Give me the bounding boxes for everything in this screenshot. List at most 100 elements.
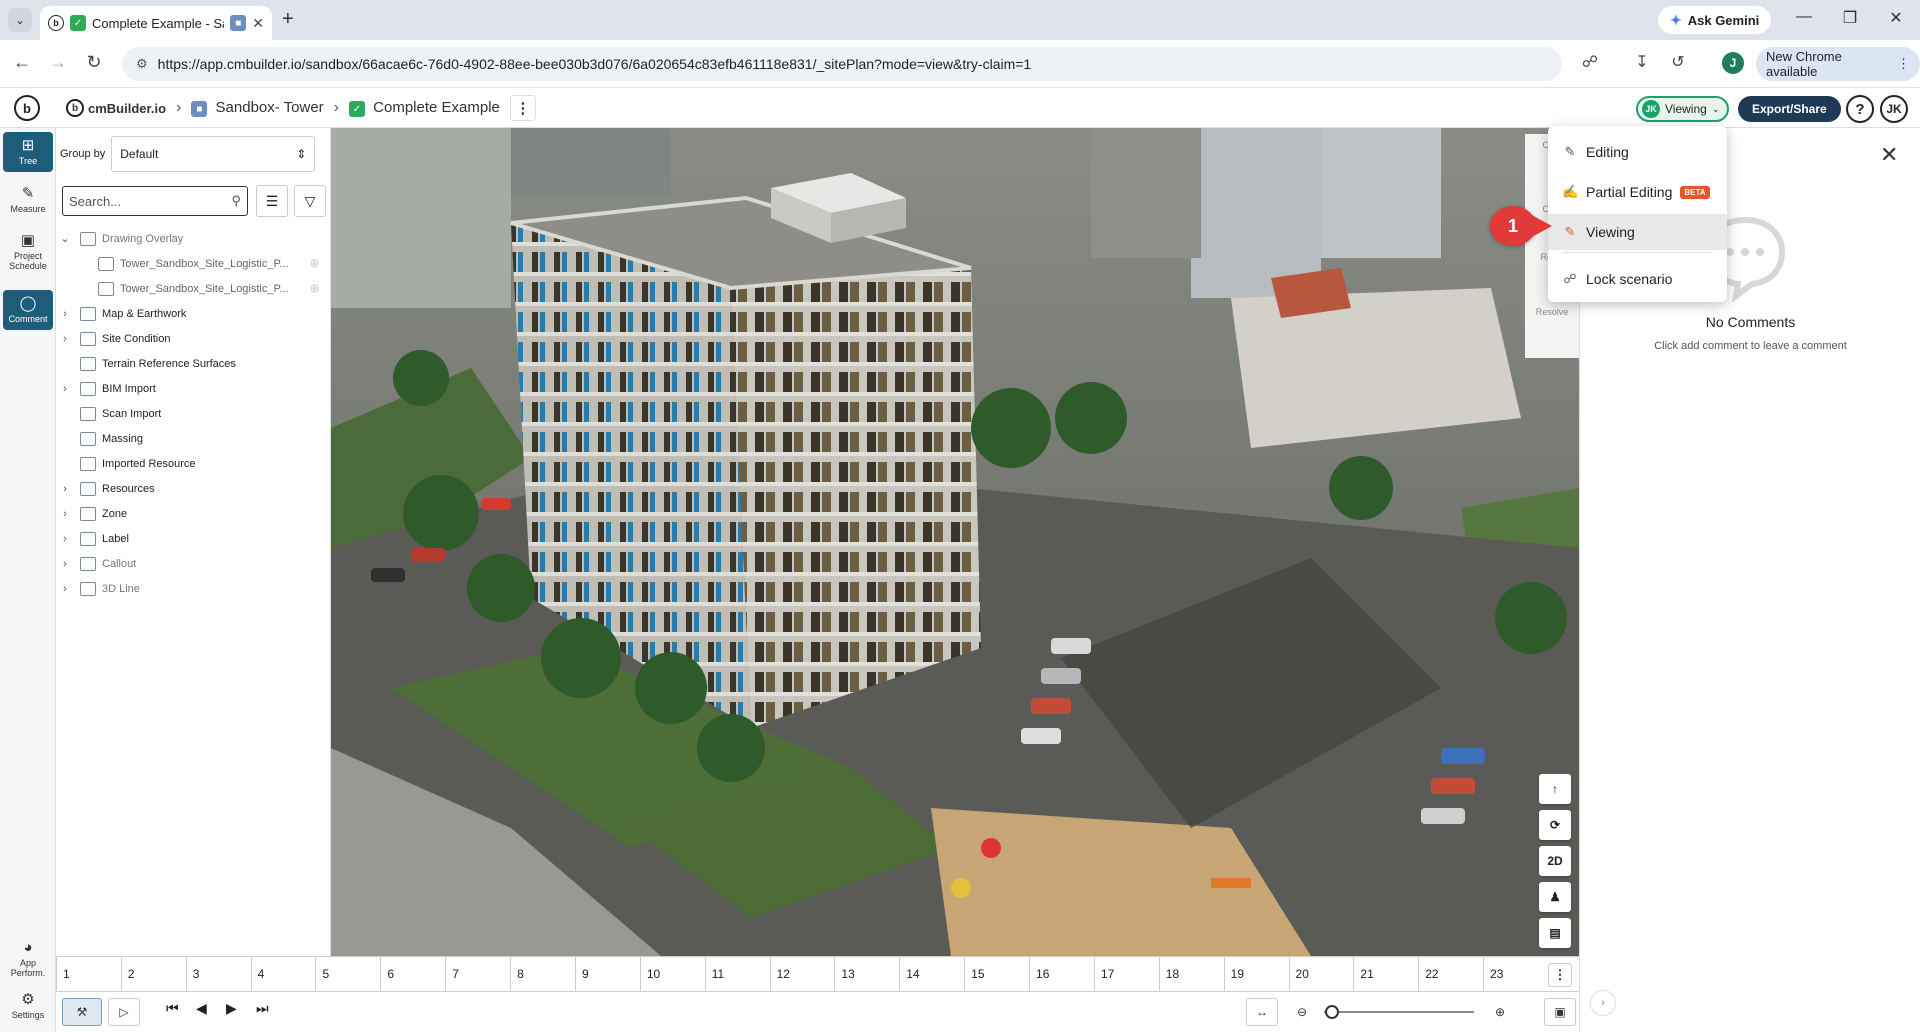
- download-icon[interactable]: ↧: [1630, 52, 1654, 76]
- rail-tree-button[interactable]: ⊞ Tree: [3, 132, 53, 172]
- menu-item-editing[interactable]: ✎ Editing: [1548, 134, 1727, 170]
- menu-item-viewing[interactable]: ✎ Viewing: [1548, 214, 1727, 250]
- brand-link[interactable]: b cmBuilder.io: [66, 99, 166, 117]
- timeline-tick[interactable]: 15: [964, 957, 1029, 992]
- timeline-more-button[interactable]: ⋮: [1548, 963, 1572, 987]
- reload-icon[interactable]: ↻: [82, 52, 106, 73]
- chevron-down-icon[interactable]: ⌄: [56, 232, 74, 245]
- eye-off-icon[interactable]: ◎: [310, 258, 319, 269]
- breadcrumb-project[interactable]: ■ Sandbox- Tower: [191, 99, 324, 118]
- timeline-tick[interactable]: 22: [1418, 957, 1483, 992]
- rail-measure-button[interactable]: ✎ Measure: [3, 180, 53, 220]
- tree-item[interactable]: Imported Resource: [56, 451, 331, 476]
- timeline-tick[interactable]: 12: [769, 957, 835, 992]
- chevron-right-icon[interactable]: ›: [56, 558, 74, 570]
- timeline-tick[interactable]: 19: [1223, 957, 1289, 992]
- window-close-icon[interactable]: ✕: [1876, 8, 1916, 28]
- timeline-tick[interactable]: 3: [185, 957, 251, 992]
- minimize-icon[interactable]: —: [1784, 8, 1824, 26]
- scenario-menu-button[interactable]: ⋮: [509, 95, 536, 121]
- timeline-tick[interactable]: 8: [510, 957, 575, 992]
- profile-avatar[interactable]: J: [1722, 52, 1744, 74]
- timeline-tick[interactable]: 2: [120, 957, 186, 992]
- chevron-right-icon[interactable]: ›: [56, 308, 74, 320]
- tree-item[interactable]: › Resources: [56, 476, 331, 501]
- breadcrumb-scenario[interactable]: ✓ Complete Example: [348, 99, 500, 118]
- extensions-icon[interactable]: ☍: [1578, 52, 1602, 76]
- timeline-tick[interactable]: 9: [574, 957, 640, 992]
- rail-app-perform-button[interactable]: ◕ App Perform.: [3, 936, 53, 982]
- timeline-tick[interactable]: 17: [1093, 957, 1159, 992]
- tree-item[interactable]: › Label: [56, 526, 331, 551]
- filter-icon[interactable]: ▽: [294, 185, 326, 217]
- pedestrian-icon[interactable]: ♟: [1539, 882, 1571, 912]
- user-avatar[interactable]: JK: [1880, 95, 1908, 123]
- tree-item[interactable]: › BIM Import: [56, 376, 331, 401]
- menu-item-partial-editing[interactable]: ✍ Partial Editing BETA: [1548, 174, 1727, 210]
- rail-schedule-button[interactable]: ▣ Project Schedule: [3, 228, 53, 276]
- mode-dropdown-button[interactable]: JK Viewing ⌄: [1636, 96, 1730, 122]
- menu-item-lock-scenario[interactable]: ☍ Lock scenario: [1548, 261, 1727, 297]
- tree-item[interactable]: Tower_Sandbox_Site_Logistic_P... ◎: [56, 276, 331, 301]
- tree-item[interactable]: › Map & Earthwork: [56, 301, 331, 326]
- 3d-viewport[interactable]: Com Com Reply ✔ Resolve ↑ ⟳ 2D ♟ ▤: [331, 128, 1579, 956]
- timeline-tick[interactable]: 11: [704, 957, 770, 992]
- new-chrome-button[interactable]: New Chrome available ⋮: [1756, 47, 1920, 81]
- eye-off-icon[interactable]: ◎: [310, 283, 319, 294]
- zoom-slider[interactable]: [1324, 1005, 1474, 1019]
- rail-settings-button[interactable]: ⚙ Settings: [3, 986, 53, 1026]
- tab-close-icon[interactable]: ✕: [252, 15, 264, 32]
- timeline-ruler[interactable]: 23 22 21 20 19 18 17 16 15 14 13 12 11 10 9 8 7 6 5 4 3 2 1 ⋮: [56, 956, 1579, 992]
- tree-item[interactable]: ⌄ Drawing Overlay: [56, 226, 331, 251]
- timeline-tick[interactable]: 21: [1353, 957, 1418, 992]
- tab-search-button[interactable]: ⌄: [8, 8, 32, 32]
- skip-start-icon[interactable]: ⏮: [166, 1000, 179, 1017]
- tree-item[interactable]: Massing: [56, 426, 331, 451]
- tree-item[interactable]: Scan Import: [56, 401, 331, 426]
- chevron-right-icon[interactable]: ›: [56, 483, 74, 495]
- timeline-tick[interactable]: 7: [445, 957, 510, 992]
- browser-tab[interactable]: b ✓ Complete Example - Sa ■ ✕: [40, 6, 272, 40]
- timeline-tick[interactable]: 13: [834, 957, 899, 992]
- timeline-tick[interactable]: 16: [1029, 957, 1094, 992]
- layers-icon[interactable]: ▤: [1539, 918, 1571, 948]
- timeline-tick[interactable]: 5: [315, 957, 380, 992]
- timeline-tick[interactable]: 20: [1288, 957, 1354, 992]
- address-bar[interactable]: ⚙ https://app.cmbuilder.io/sandbox/66aca…: [122, 47, 1562, 81]
- site-info-icon[interactable]: ⚙: [136, 56, 148, 72]
- back-arrow-icon[interactable]: ←: [10, 52, 34, 73]
- chevron-right-icon[interactable]: ›: [1590, 990, 1616, 1016]
- tree-item[interactable]: › Callout: [56, 551, 331, 576]
- play-icon[interactable]: ▶: [226, 1000, 237, 1017]
- export-share-button[interactable]: Export/Share: [1738, 96, 1841, 122]
- tree-item[interactable]: Tower_Sandbox_Site_Logistic_P... ◎: [56, 251, 331, 276]
- timeline-tick[interactable]: 6: [380, 957, 445, 992]
- chevron-right-icon[interactable]: ›: [56, 383, 74, 395]
- chevron-right-icon[interactable]: ›: [56, 333, 74, 345]
- timeline-tick[interactable]: 23: [1483, 957, 1548, 992]
- help-icon[interactable]: ?: [1846, 95, 1874, 123]
- tree-item[interactable]: › Zone: [56, 501, 331, 526]
- chevron-right-icon[interactable]: ›: [56, 533, 74, 545]
- toggle-2d-button[interactable]: 2D: [1539, 846, 1571, 876]
- orbit-icon[interactable]: ⟳: [1539, 810, 1571, 840]
- close-icon[interactable]: ✕: [1880, 142, 1898, 168]
- screenshot-icon[interactable]: ▣: [1544, 998, 1576, 1026]
- tree-item[interactable]: › Site Condition: [56, 326, 331, 351]
- timeline-tick[interactable]: 4: [250, 957, 316, 992]
- zoom-slider-handle[interactable]: [1324, 1005, 1339, 1019]
- zoom-in-icon[interactable]: ⊕: [1484, 998, 1516, 1026]
- list-options-button[interactable]: ☰: [256, 185, 288, 217]
- tree-search-input[interactable]: Search... ⚲: [62, 186, 248, 216]
- restore-icon[interactable]: ❐: [1830, 8, 1870, 28]
- timeline-tick[interactable]: 1: [56, 957, 121, 992]
- forward-arrow-icon[interactable]: →: [46, 52, 70, 73]
- presentation-icon[interactable]: ▷: [108, 998, 140, 1026]
- timeline-tick[interactable]: 14: [899, 957, 964, 992]
- skip-end-icon[interactable]: ⏭: [256, 1000, 269, 1017]
- tree-item[interactable]: › 3D Line: [56, 576, 331, 601]
- zoom-out-icon[interactable]: ⊖: [1286, 998, 1318, 1026]
- chevron-right-icon[interactable]: ›: [56, 583, 74, 595]
- step-back-icon[interactable]: ◀: [196, 1000, 207, 1017]
- group-by-select[interactable]: Default ⇕: [111, 136, 316, 172]
